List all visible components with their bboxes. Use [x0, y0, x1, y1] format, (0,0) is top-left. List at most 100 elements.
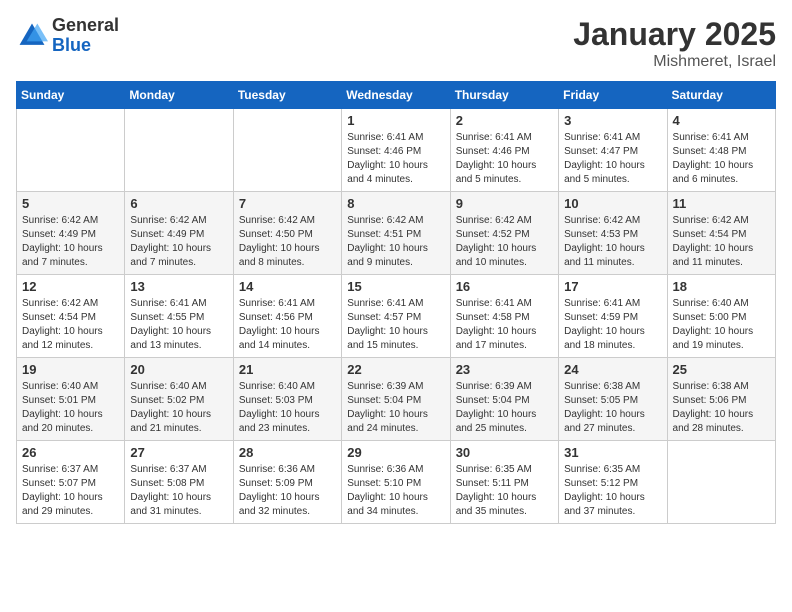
day-info-line: Sunrise: 6:41 AM: [456, 132, 532, 143]
day-info: Sunrise: 6:40 AM Sunset: 5:03 PM Daylight:…: [239, 380, 336, 436]
day-info-line: Sunrise: 6:36 AM: [239, 464, 315, 475]
day-info: Sunrise: 6:38 AMSunset: 5:05 PMDaylight:…: [564, 380, 661, 436]
calendar-cell: 18Sunrise: 6:40 AMSunset: 5:00 PMDayligh…: [667, 275, 775, 358]
day-number: 24: [564, 362, 661, 377]
day-info-line: Daylight: 10 hours: [130, 326, 211, 337]
calendar-cell: 4Sunrise: 6:41 AMSunset: 4:48 PMDaylight…: [667, 109, 775, 192]
calendar-cell: 11Sunrise: 6:42 AMSunset: 4:54 PMDayligh…: [667, 192, 775, 275]
day-info-line: and 28 minutes.: [673, 423, 744, 434]
calendar-cell: 30 Sunrise: 6:35 AMSunset: 5:11 PMDayligh…: [450, 441, 558, 524]
day-info-line: Daylight: 10 hours: [673, 160, 754, 171]
calendar-week-row: 1Sunrise: 6:41 AMSunset: 4:46 PMDaylight…: [17, 109, 776, 192]
day-info-line: Sunset: 5:04 PM: [456, 395, 530, 406]
day-info-line: Sunset: 4:53 PM: [564, 229, 638, 240]
day-number: 15: [347, 279, 444, 294]
day-number: 30: [456, 445, 553, 460]
day-info-line: and 25 minutes.: [456, 423, 527, 434]
day-info-line: Sunrise: 6:42 AM: [22, 215, 98, 226]
day-info-line: Sunset: 4:59 PM: [564, 312, 638, 323]
logo-general: General: [52, 16, 119, 36]
calendar-cell: 14Sunrise: 6:41 AMSunset: 4:56 PMDayligh…: [233, 275, 341, 358]
logo-text: General Blue: [52, 16, 119, 56]
day-info-line: and 11 minutes.: [673, 257, 743, 268]
day-number: 29: [347, 445, 444, 460]
month-year-title: January 2025: [573, 16, 776, 53]
day-info-line: Daylight: 10 hours: [130, 492, 211, 503]
day-info-line: Sunset: 5:04 PM: [347, 395, 421, 406]
day-info-line: Sunset: 4:51 PM: [347, 229, 421, 240]
day-info-line: Sunset: 5:03 PM: [239, 395, 313, 406]
day-info-line: Sunset: 5:10 PM: [347, 478, 421, 489]
day-of-week-header: Sunday: [17, 82, 125, 109]
day-info-line: and 23 minutes.: [239, 423, 310, 434]
day-info-line: Daylight: 10 hours: [347, 409, 428, 420]
day-number: 13: [130, 279, 227, 294]
day-info: Sunrise: 6:36 AMSunset: 5:09 PMDaylight:…: [239, 463, 336, 519]
calendar-cell: 2Sunrise: 6:41 AMSunset: 4:46 PMDaylight…: [450, 109, 558, 192]
calendar-week-row: 26Sunrise: 6:37 AMSunset: 5:07 PMDayligh…: [17, 441, 776, 524]
day-number: 21: [239, 362, 336, 377]
day-info-line: Sunset: 4:52 PM: [456, 229, 530, 240]
day-number: 18: [673, 279, 770, 294]
day-info-line: and 27 minutes.: [564, 423, 635, 434]
day-info-line: and 15 minutes.: [347, 340, 418, 351]
day-info-line: Daylight: 10 hours: [239, 409, 320, 420]
day-info-line: Sunrise: 6:37 AM: [130, 464, 206, 475]
day-info-line: Sunrise: 6:42 AM: [239, 215, 315, 226]
calendar-cell: [667, 441, 775, 524]
day-info: Sunrise: 6:35 AMSunset: 5:11 PMDaylight:…: [456, 463, 553, 519]
day-info: Sunrise: 6:41 AMSunset: 4:47 PMDaylight:…: [564, 131, 661, 187]
day-number: 7: [239, 196, 336, 211]
calendar-cell: 24 Sunrise: 6:38 AMSunset: 5:05 PMDayligh…: [559, 358, 667, 441]
calendar-cell: 3Sunrise: 6:41 AMSunset: 4:47 PMDaylight…: [559, 109, 667, 192]
day-info: Sunrise: 6:41 AMSunset: 4:55 PMDaylight:…: [130, 297, 227, 353]
day-info-line: Daylight: 10 hours: [347, 160, 428, 171]
day-info-line: and 37 minutes.: [564, 506, 635, 517]
day-info-line: and 12 minutes.: [22, 340, 93, 351]
day-info-line: Sunrise: 6:35 AM: [456, 464, 532, 475]
day-info: Sunrise: 6:42 AMSunset: 4:54 PMDaylight:…: [673, 214, 770, 270]
day-of-week-header: Saturday: [667, 82, 775, 109]
day-info-line: and 6 minutes.: [673, 174, 739, 185]
day-info-line: Sunset: 5:06 PM: [673, 395, 747, 406]
day-info-line: and 5 minutes.: [564, 174, 630, 185]
day-info: Sunrise: 6:40 AMSunset: 5:01 PMDaylight:…: [22, 380, 119, 436]
calendar-cell: 26Sunrise: 6:37 AMSunset: 5:07 PMDayligh…: [17, 441, 125, 524]
day-info-line: Sunset: 4:54 PM: [22, 312, 96, 323]
day-info-line: Daylight: 10 hours: [22, 243, 103, 254]
day-info-line: Sunset: 4:56 PM: [239, 312, 313, 323]
day-info: Sunrise: 6:37 AMSunset: 5:08 PMDaylight:…: [130, 463, 227, 519]
day-info-line: and 11 minutes.: [564, 257, 634, 268]
day-info: Sunrise: 6:35 AMSunset: 5:12 PMDaylight:…: [564, 463, 661, 519]
day-info: Sunrise: 6:41 AMSunset: 4:59 PMDaylight:…: [564, 297, 661, 353]
calendar-cell: 9Sunrise: 6:42 AMSunset: 4:52 PMDaylight…: [450, 192, 558, 275]
day-info-line: and 34 minutes.: [347, 506, 418, 517]
calendar-cell: [233, 109, 341, 192]
calendar-cell: 28Sunrise: 6:36 AMSunset: 5:09 PMDayligh…: [233, 441, 341, 524]
day-info-line: Sunrise: 6:42 AM: [673, 215, 749, 226]
day-info-line: Daylight: 10 hours: [130, 243, 211, 254]
day-info: Sunrise: 6:41 AMSunset: 4:48 PMDaylight:…: [673, 131, 770, 187]
day-info-line: Sunset: 5:01 PM: [22, 395, 96, 406]
day-info: Sunrise: 6:42 AM Sunset: 4:49 PM Daylight:…: [130, 214, 227, 270]
day-info-line: Daylight: 10 hours: [564, 160, 645, 171]
calendar-cell: 21 Sunrise: 6:40 AM Sunset: 5:03 PM Dayligh…: [233, 358, 341, 441]
day-info-line: Sunrise: 6:40 AM: [22, 381, 98, 392]
day-info-line: Sunset: 4:49 PM: [130, 229, 204, 240]
day-number: 10: [564, 196, 661, 211]
day-info-line: and 21 minutes.: [130, 423, 201, 434]
day-info-line: Sunset: 4:46 PM: [347, 146, 421, 157]
day-info-line: Daylight: 10 hours: [239, 243, 320, 254]
day-number: 2: [456, 113, 553, 128]
calendar-cell: 12Sunrise: 6:42 AMSunset: 4:54 PMDayligh…: [17, 275, 125, 358]
calendar-cell: 1Sunrise: 6:41 AMSunset: 4:46 PMDaylight…: [342, 109, 450, 192]
day-info-line: Sunset: 5:05 PM: [564, 395, 638, 406]
calendar-cell: 17Sunrise: 6:41 AMSunset: 4:59 PMDayligh…: [559, 275, 667, 358]
day-of-week-header: Wednesday: [342, 82, 450, 109]
day-info-line: Sunset: 5:00 PM: [673, 312, 747, 323]
day-info-line: Daylight: 10 hours: [456, 160, 537, 171]
day-info: Sunrise: 6:42 AMSunset: 4:52 PMDaylight:…: [456, 214, 553, 270]
day-info-line: Sunrise: 6:40 AM: [239, 381, 315, 392]
day-info-line: Sunset: 5:07 PM: [22, 478, 96, 489]
day-info-line: Sunrise: 6:42 AM: [130, 215, 206, 226]
